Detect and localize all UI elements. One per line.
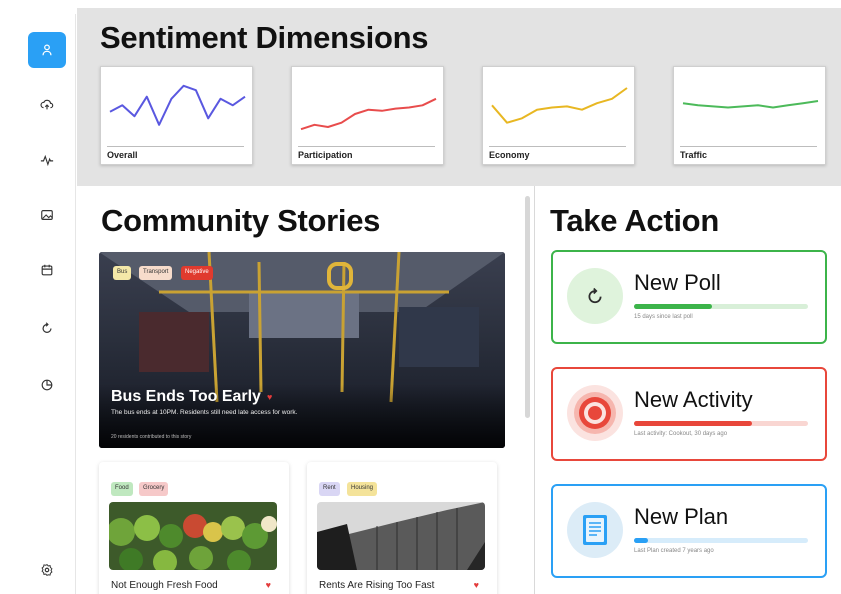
sidebar — [18, 14, 76, 594]
action-progress-track — [634, 421, 808, 426]
sentiment-tag[interactable]: Negative — [181, 266, 213, 280]
action-subtitle: Last Plan created 7 years ago — [634, 548, 714, 554]
pie-chart-icon — [41, 379, 53, 391]
action-progress-track — [634, 538, 808, 543]
sentiment-card-label: Economy — [489, 150, 530, 160]
heart-icon[interactable]: ♥ — [267, 392, 272, 402]
sparkline-traffic — [682, 100, 819, 109]
story-tag[interactable]: Food — [111, 482, 133, 496]
story-card-title: Not Enough Fresh Food — [111, 580, 218, 591]
action-subtitle: 15 days since last poll — [634, 314, 693, 320]
sentiment-card-label: Traffic — [680, 150, 708, 160]
plan-icon-badge — [567, 502, 623, 558]
bus-interior-image — [99, 252, 505, 448]
action-progress-track — [634, 304, 808, 309]
action-progress-fill — [634, 421, 753, 426]
sidebar-item-reports[interactable] — [28, 367, 66, 403]
sentiment-card-label: Participation — [298, 150, 353, 160]
story-card-rent[interactable]: Rent Housing Rents Are Rising Too Fast ♥ — [307, 462, 497, 594]
sentiment-dimensions-panel: Sentiment Dimensions Overall Participati… — [77, 8, 841, 186]
action-title: New Plan — [634, 504, 729, 529]
sentiment-card-economy[interactable]: Economy — [482, 66, 635, 165]
sparkline-baseline — [680, 146, 817, 147]
sentiment-card-label: Overall — [107, 150, 138, 160]
story-tag[interactable]: Bus — [113, 266, 132, 280]
community-stories-panel: Community Stories Bus Transport Negative… — [77, 186, 535, 594]
story-card-food[interactable]: Food Grocery Not Enough Fresh Food ♥ — [99, 462, 289, 594]
stories-scrollbar[interactable] — [525, 196, 530, 418]
story-tag-label: Rent — [323, 485, 336, 491]
sidebar-item-settings[interactable] — [28, 552, 66, 588]
story-tag-label: Transport — [143, 269, 169, 275]
story-card-title: Rents Are Rising Too Fast — [319, 580, 435, 591]
sidebar-item-gallery[interactable] — [28, 197, 66, 233]
story-tag-label: Housing — [351, 485, 374, 491]
sparkline-line — [300, 97, 437, 131]
sentiment-card-overall[interactable]: Overall — [100, 66, 253, 165]
story-tag[interactable]: Transport — [139, 266, 173, 280]
sentiment-dimensions-title: Sentiment Dimensions — [100, 20, 429, 55]
featured-story-description: The bus ends at 10PM. Residents still ne… — [111, 409, 298, 416]
new-plan-button[interactable]: New Plan Last Plan created 7 years ago — [551, 484, 827, 578]
new-poll-button[interactable]: New Poll 15 days since last poll — [551, 250, 827, 344]
app: Sentiment Dimensions Overall Participati… — [0, 0, 841, 594]
sidebar-item-calendar[interactable] — [28, 252, 66, 288]
sidebar-item-profile[interactable] — [28, 32, 66, 68]
featured-story-title-text: Bus Ends Too Early — [111, 388, 261, 405]
action-progress-fill — [634, 304, 713, 309]
story-tag-label: Bus — [117, 269, 128, 275]
poll-icon-badge — [567, 268, 623, 324]
person-icon — [42, 44, 52, 56]
story-tag[interactable]: Rent — [319, 482, 340, 496]
sparkline-baseline — [489, 146, 626, 147]
featured-story-card[interactable]: Bus Transport Negative Bus Ends Too Earl… — [99, 252, 505, 448]
sidebar-item-refresh[interactable] — [28, 310, 66, 346]
story-tag[interactable]: Grocery — [139, 482, 169, 496]
settings-icon — [41, 563, 53, 577]
document-icon — [583, 515, 607, 545]
heart-icon[interactable]: ♥ — [474, 580, 479, 590]
sparkline-overall — [109, 84, 246, 126]
story-tag-label: Negative — [185, 269, 209, 275]
sidebar-item-activity[interactable] — [28, 142, 66, 178]
sentiment-card-participation[interactable]: Participation — [291, 66, 444, 165]
target-icon — [574, 392, 616, 434]
new-activity-button[interactable]: New Activity Last activity: Cookout, 30 … — [551, 367, 827, 461]
calendar-icon — [41, 264, 53, 276]
take-action-panel: Take Action New Poll 15 days since last … — [536, 186, 841, 594]
sidebar-item-upload[interactable] — [28, 87, 66, 123]
take-action-title: Take Action — [550, 203, 719, 238]
featured-story-meta: 20 residents contributed to this story — [111, 434, 192, 440]
heart-icon[interactable]: ♥ — [266, 580, 271, 590]
sparkline-line — [109, 84, 246, 126]
sparkline-economy — [491, 87, 628, 124]
sparkline-participation — [300, 97, 437, 131]
action-title: New Poll — [634, 270, 721, 295]
story-tag-label: Food — [115, 485, 129, 491]
featured-story-title: Bus Ends Too Early ♥ — [111, 388, 272, 406]
image-icon — [41, 210, 53, 220]
cloud-upload-icon — [40, 99, 54, 110]
community-stories-title: Community Stories — [101, 203, 381, 238]
sparkline-baseline — [298, 146, 435, 147]
refresh-icon — [42, 322, 52, 333]
sparkline-baseline — [107, 146, 244, 147]
action-progress-fill — [634, 538, 648, 543]
sentiment-card-traffic[interactable]: Traffic — [673, 66, 826, 165]
produce-image — [109, 502, 277, 570]
activity-icon-badge — [567, 385, 623, 441]
story-tag-label: Grocery — [143, 485, 165, 491]
activity-icon — [40, 154, 54, 167]
refresh-icon — [588, 287, 602, 304]
housing-image — [317, 502, 485, 570]
story-tag[interactable]: Housing — [347, 482, 378, 496]
sparkline-line — [682, 100, 819, 109]
action-subtitle: Last activity: Cookout, 30 days ago — [634, 431, 728, 437]
action-title: New Activity — [634, 387, 753, 412]
sparkline-line — [491, 87, 628, 124]
